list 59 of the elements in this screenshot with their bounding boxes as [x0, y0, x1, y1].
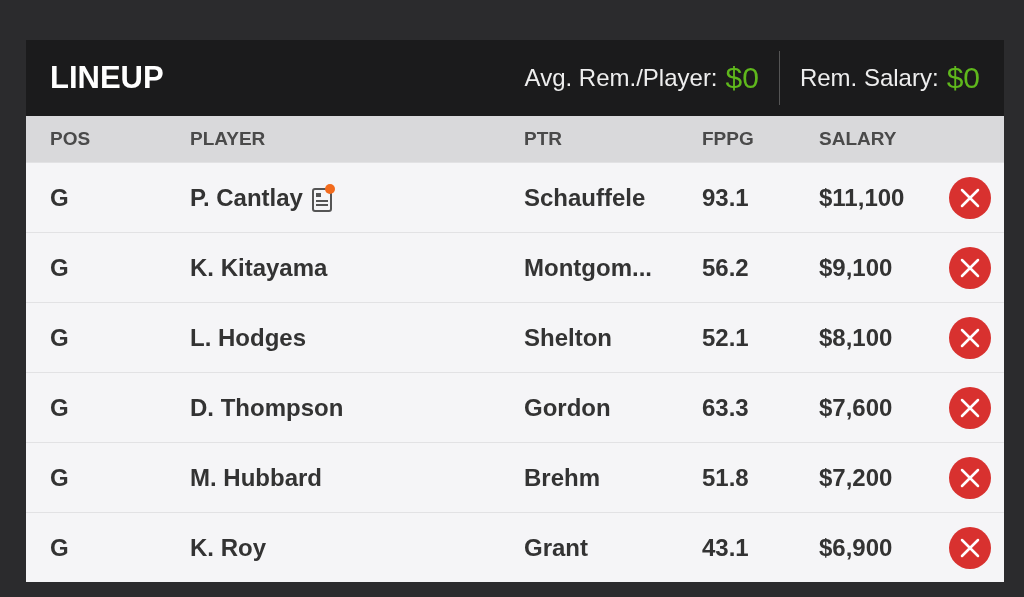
close-icon — [959, 326, 981, 349]
fppg-cell-text: 56.2 — [702, 253, 750, 282]
partner-cell-text: Shelton — [524, 323, 613, 352]
close-icon — [959, 256, 981, 279]
column-header[interactable]: PTR — [524, 128, 702, 150]
player-row[interactable]: G L. Hodges Shelton 52.1 $8,100 — [26, 302, 1004, 372]
partner-cell-text: Schauffele — [524, 183, 647, 212]
column-header[interactable]: POS — [50, 128, 190, 150]
partner-cell-text: Gordon — [524, 393, 612, 422]
position-cell-text: G — [50, 463, 70, 492]
partner-cell-text: Montgom... — [524, 253, 653, 282]
close-icon — [959, 466, 981, 489]
close-icon — [959, 536, 981, 559]
player-row[interactable]: G K. Kitayama Montgom... 56.2 $9,100 — [26, 232, 1004, 302]
player-name[interactable]: D. Thompson — [190, 393, 344, 422]
stat-value: $0 — [725, 61, 759, 95]
player-name[interactable]: L. Hodges — [190, 323, 306, 352]
fppg-cell-text: 51.8 — [702, 463, 750, 492]
position-cell-text: G — [50, 253, 70, 282]
salary-cell-text: $8,100 — [819, 323, 894, 352]
salary-cell-text: $7,200 — [819, 463, 894, 492]
remove-button[interactable] — [949, 386, 991, 429]
remove-button[interactable] — [949, 456, 991, 499]
fppg-cell-text: 63.3 — [702, 393, 750, 422]
position-cell-text: G — [50, 393, 70, 422]
stat-value: $0 — [946, 61, 980, 95]
partner-cell-text: Brehm — [524, 463, 602, 492]
column-header[interactable]: SALARY — [819, 128, 949, 150]
position-cell-text: G — [50, 323, 70, 352]
player-row[interactable]: G M. Hubbard Brehm 51.8 $7,200 — [26, 442, 1004, 512]
fppg-cell-text: 52.1 — [702, 323, 750, 352]
fppg-cell-text: 93.1 — [702, 183, 750, 212]
salary-cell-text: $9,100 — [819, 253, 894, 282]
player-name[interactable]: P. Cantlay — [190, 183, 303, 212]
player-name[interactable]: K. Kitayama — [190, 253, 328, 282]
player-row[interactable]: G D. Thompson Gordon 63.3 $7,600 — [26, 372, 1004, 442]
player-name[interactable]: K. Roy — [190, 533, 266, 562]
lineup-title: LINEUP — [50, 60, 165, 96]
close-icon — [959, 396, 981, 419]
remove-button[interactable] — [949, 176, 991, 219]
news-icon[interactable] — [310, 182, 337, 213]
column-header[interactable]: FPPG — [702, 128, 819, 150]
position-cell-text: G — [50, 183, 70, 212]
salary-cell-text: $7,600 — [819, 393, 894, 422]
column-header[interactable]: PLAYER — [190, 128, 524, 150]
salary-cell-text: $6,900 — [819, 533, 894, 562]
player-name[interactable]: M. Hubbard — [190, 463, 322, 492]
stat-label: Rem. Salary: — [799, 64, 939, 92]
player-row[interactable]: G P. Cantlay Schauffele 93.1 $11,100 — [26, 162, 1004, 232]
partner-cell-text: Grant — [524, 533, 589, 562]
position-cell-text: G — [50, 533, 70, 562]
salary-cell-text: $11,100 — [819, 183, 906, 212]
close-icon — [959, 186, 981, 209]
remove-button[interactable] — [949, 246, 991, 289]
remove-button[interactable] — [949, 526, 991, 569]
player-row[interactable]: G K. Roy Grant 43.1 $6,900 — [26, 512, 1004, 582]
fppg-cell-text: 43.1 — [702, 533, 750, 562]
remove-button[interactable] — [949, 316, 991, 359]
stat-label: Avg. Rem./Player: — [524, 64, 718, 92]
